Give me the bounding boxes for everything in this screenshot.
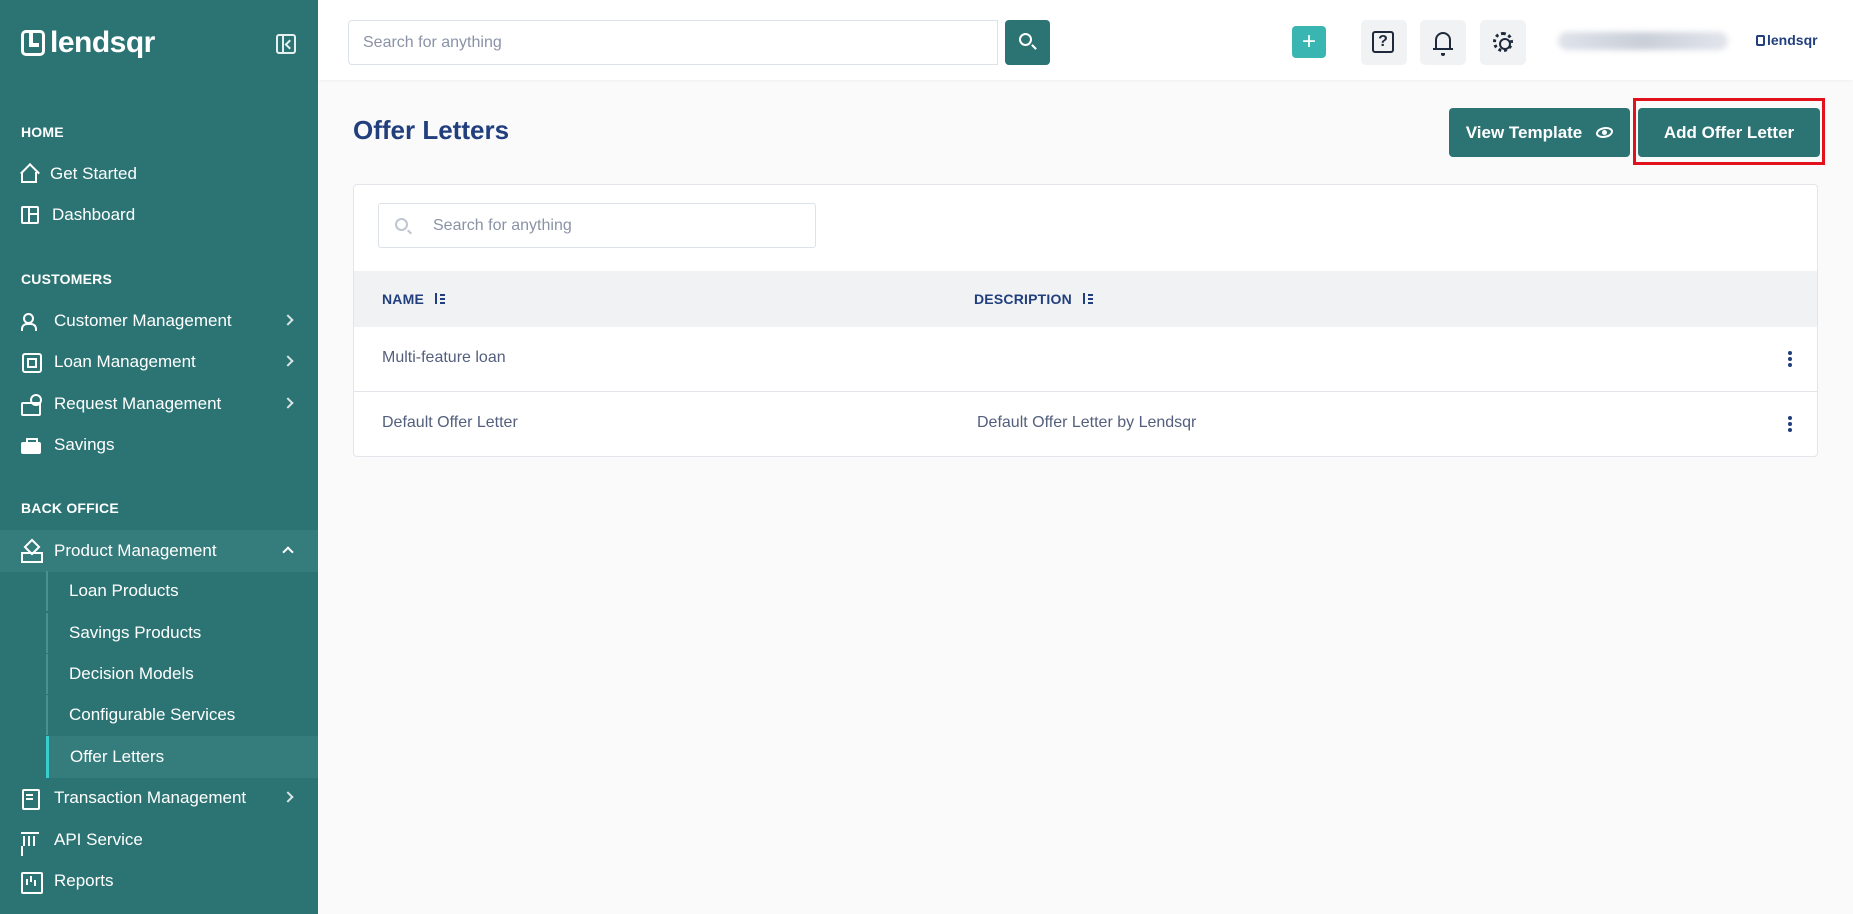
user-name-blurred[interactable]: [1558, 32, 1728, 50]
section-customers: CUSTOMERS: [21, 271, 112, 287]
table-search-input[interactable]: [433, 204, 803, 247]
sidebar-subitem-label: Loan Products: [69, 581, 179, 600]
sidebar-item-label: Reports: [54, 871, 114, 890]
sidebar-item-customer-management[interactable]: Customer Management: [0, 301, 318, 341]
offer-letters-table-card: NAME DESCRIPTION Multi-feature loan Defa…: [353, 184, 1818, 457]
sidebar-subitem-decision-models[interactable]: Decision Models: [46, 654, 318, 694]
receipt-icon: [21, 788, 41, 810]
quick-add-button[interactable]: +: [1292, 26, 1326, 58]
more-options-icon[interactable]: [1788, 351, 1792, 355]
view-template-label: View Template: [1465, 122, 1583, 142]
organization-name: lendsqr: [1767, 32, 1818, 48]
brand-name: lendsqr: [50, 26, 155, 59]
users-icon: [21, 311, 41, 331]
briefcase-icon: [21, 438, 41, 454]
sidebar-item-loan-management[interactable]: Loan Management: [0, 342, 318, 382]
sidebar-item-label: Transaction Management: [54, 788, 247, 807]
table-header: NAME DESCRIPTION: [354, 271, 1817, 327]
logo-mark-icon: [1756, 35, 1765, 46]
sidebar-item-label: Request Management: [54, 394, 222, 413]
global-search-button[interactable]: [1005, 20, 1050, 65]
sidebar-item-label: API Service: [54, 830, 143, 849]
sidebar-subitem-savings-products[interactable]: Savings Products: [46, 613, 318, 653]
sidebar-subitem-label: Savings Products: [69, 623, 202, 642]
bank-icon: [21, 830, 41, 850]
table-row[interactable]: Default Offer Letter Default Offer Lette…: [354, 392, 1817, 457]
sidebar: lendsqr HOME Get Started Dashboard CUSTO…: [0, 0, 318, 914]
dashboard-icon: [21, 206, 39, 224]
table-search[interactable]: [378, 203, 816, 248]
table-row[interactable]: Multi-feature loan: [354, 327, 1817, 392]
sidebar-item-get-started[interactable]: Get Started: [0, 154, 318, 194]
sort-icon[interactable]: [1082, 293, 1094, 305]
column-header-label: DESCRIPTION: [974, 291, 1072, 307]
more-options-icon[interactable]: [1788, 416, 1792, 420]
sidebar-subitem-label: Offer Letters: [70, 747, 165, 766]
home-icon: [21, 172, 37, 183]
bell-icon: [1433, 32, 1453, 56]
highlight-box: [1633, 98, 1825, 165]
chevron-up-icon: [282, 546, 294, 558]
brand-logo[interactable]: lendsqr: [21, 26, 155, 60]
sort-icon[interactable]: [434, 293, 446, 305]
cell-name: Multi-feature loan: [382, 349, 506, 366]
logo-mark-icon: [21, 30, 45, 56]
sidebar-item-label: Get Started: [50, 164, 137, 183]
chart-icon: [21, 871, 43, 894]
chevron-right-icon: [282, 314, 294, 326]
global-search-input[interactable]: [348, 20, 998, 65]
sidebar-subitem-loan-products[interactable]: Loan Products: [46, 571, 318, 611]
loan-icon: [21, 352, 42, 373]
chevron-right-icon: [282, 791, 294, 803]
gear-icon: [1493, 32, 1513, 52]
sidebar-item-transaction-management[interactable]: Transaction Management: [0, 778, 318, 818]
cell-description: Default Offer Letter by Lendsqr: [977, 414, 1197, 431]
collapse-sidebar-icon[interactable]: [276, 34, 296, 54]
sidebar-item-api-service[interactable]: API Service: [0, 820, 318, 860]
notifications-button[interactable]: [1420, 20, 1466, 65]
sidebar-item-label: Customer Management: [54, 311, 232, 330]
top-bar: + ? lendsqr: [318, 0, 1853, 80]
page-title: Offer Letters: [353, 115, 510, 145]
column-header-description[interactable]: DESCRIPTION: [974, 291, 1094, 307]
sidebar-item-savings[interactable]: Savings: [0, 425, 318, 465]
column-header-label: NAME: [382, 291, 425, 307]
help-icon: ?: [1372, 31, 1394, 53]
organization-logo: lendsqr: [1756, 32, 1818, 48]
settings-button[interactable]: [1480, 20, 1526, 65]
chevron-right-icon: [282, 355, 294, 367]
help-button[interactable]: ?: [1361, 20, 1407, 65]
cell-name: Default Offer Letter: [382, 414, 518, 431]
sidebar-item-request-management[interactable]: Request Management: [0, 384, 318, 424]
sidebar-item-label: Savings: [54, 435, 115, 454]
sidebar-item-label: Dashboard: [52, 205, 136, 224]
eye-icon: [1596, 127, 1614, 138]
sidebar-item-label: Loan Management: [54, 352, 196, 371]
search-icon: [1019, 33, 1032, 46]
column-header-name[interactable]: NAME: [382, 291, 446, 307]
sidebar-item-reports[interactable]: Reports: [0, 861, 318, 901]
sidebar-item-label: Product Management: [54, 541, 217, 560]
sidebar-subitem-label: Decision Models: [69, 664, 194, 683]
search-icon: [395, 218, 408, 231]
sidebar-subitem-offer-letters[interactable]: Offer Letters: [46, 736, 318, 778]
sidebar-item-product-management[interactable]: Product Management: [0, 530, 318, 572]
section-back-office: BACK OFFICE: [21, 500, 119, 516]
view-template-button[interactable]: View Template: [1449, 108, 1630, 157]
shapes-icon: [21, 541, 43, 563]
sidebar-subitem-configurable-services[interactable]: Configurable Services: [46, 695, 318, 735]
chevron-right-icon: [282, 397, 294, 409]
sidebar-item-dashboard[interactable]: Dashboard: [0, 195, 318, 235]
sidebar-subitem-label: Configurable Services: [69, 705, 236, 724]
section-home: HOME: [21, 124, 64, 140]
hand-icon: [21, 394, 42, 416]
